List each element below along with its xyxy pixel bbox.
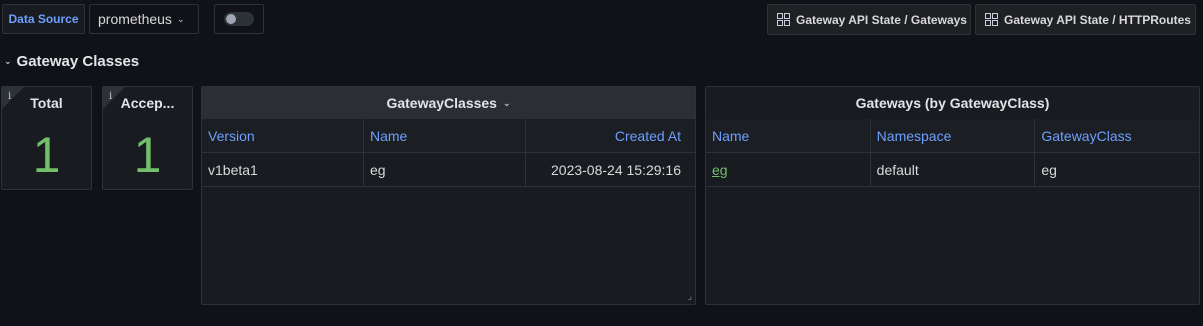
row-title: Gateway Classes <box>16 52 140 70</box>
column-header[interactable]: Version <box>202 119 364 152</box>
panel-title-text: GatewayClasses <box>386 95 497 111</box>
datasource-select[interactable]: prometheus ⌄ <box>89 4 199 34</box>
stat-value: 1 <box>133 127 162 183</box>
column-header[interactable]: Namespace <box>871 119 1036 152</box>
link-label: Gateway API State / Gateways <box>796 12 967 27</box>
dashboard-grid-icon <box>777 13 790 26</box>
row-toggle-gateway-classes[interactable]: ⌄ Gateway Classes <box>4 51 139 71</box>
panel-title[interactable]: GatewayClasses ⌄ <box>202 87 695 119</box>
gatewayclasses-table-panel: GatewayClasses ⌄ Version Name Created At… <box>201 86 696 305</box>
datasource-variable-label: Data Source <box>2 4 85 34</box>
stat-panel-accepted: i Accep... 1 <box>102 86 193 190</box>
table-row: v1beta1 eg 2023-08-24 15:29:16 <box>202 152 695 187</box>
table-cell: default <box>871 153 1036 186</box>
stat-title: Total <box>30 95 63 111</box>
table-cell: 2023-08-24 15:29:16 <box>551 161 681 178</box>
column-header[interactable]: Created At <box>526 119 695 152</box>
panel-title[interactable]: Gateways (by GatewayClass) <box>706 87 1199 119</box>
toggle-knob <box>226 14 236 24</box>
column-header[interactable]: Name <box>706 119 871 152</box>
table-cell: eg <box>1041 161 1057 178</box>
table-cell: v1beta1 <box>202 153 364 186</box>
resize-handle-icon[interactable]: ⌟ <box>688 291 692 302</box>
column-header[interactable]: GatewayClass <box>1035 119 1199 152</box>
gateways-table-panel: Gateways (by GatewayClass) Name Namespac… <box>705 86 1200 305</box>
table-header: Version Name Created At <box>202 119 695 152</box>
stat-title: Accep... <box>120 95 175 111</box>
dashboard-grid-icon <box>985 13 998 26</box>
link-gateways-dashboard[interactable]: Gateway API State / Gateways <box>767 4 971 35</box>
gateway-link[interactable]: eg <box>712 162 728 178</box>
table-cell: eg <box>706 153 871 186</box>
table-row: eg default eg <box>706 152 1199 187</box>
toggle-container <box>214 4 264 34</box>
column-header[interactable]: Name <box>364 119 526 152</box>
stat-panel-total: i Total 1 <box>1 86 92 190</box>
stat-value: 1 <box>32 127 61 183</box>
chevron-down-icon: ⌄ <box>4 55 12 66</box>
table-header: Name Namespace GatewayClass <box>706 119 1199 152</box>
chevron-down-icon: ⌄ <box>176 13 185 24</box>
link-label: Gateway API State / HTTPRoutes <box>1004 12 1191 27</box>
link-httproutes-dashboard[interactable]: Gateway API State / HTTPRoutes <box>975 4 1196 35</box>
toggle-switch[interactable] <box>224 12 254 26</box>
datasource-select-value: prometheus <box>98 11 172 27</box>
chevron-down-icon: ⌄ <box>502 97 511 108</box>
panel-title-text: Gateways (by GatewayClass) <box>855 95 1050 111</box>
table-cell: eg <box>364 153 526 186</box>
